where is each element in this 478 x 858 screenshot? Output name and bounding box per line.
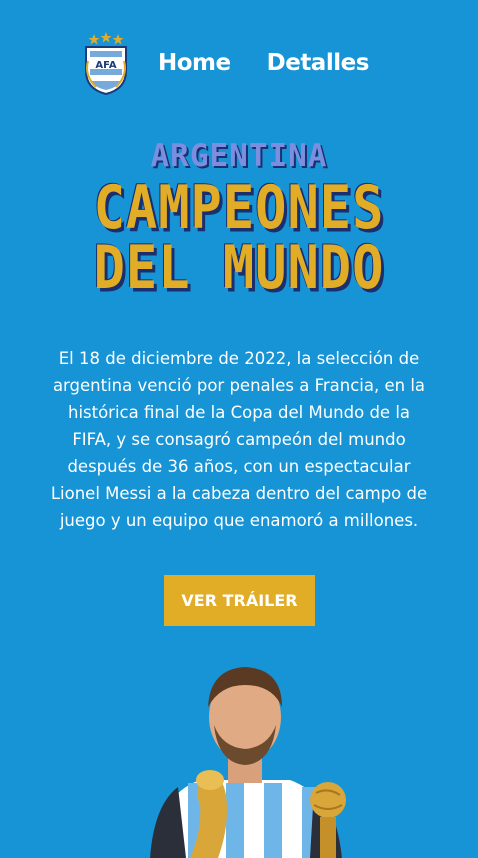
hero-title: ARGENTINA CAMPEONES DEL MUNDO [0,138,478,303]
page: AFA Home Detalles ARGENTINA CAMPEONES DE… [0,0,478,858]
player-with-trophy-illustration [150,667,346,858]
title-del-mundo: DEL MUNDO [93,234,385,303]
title-argentina: ARGENTINA [150,138,328,174]
nav-detalles-link[interactable]: Detalles [267,50,370,76]
top-nav: AFA Home Detalles [82,28,405,98]
ver-trailer-button[interactable]: VER TRÁILER [164,575,315,626]
nav-home-link[interactable]: Home [158,50,231,76]
title-campeones: CAMPEONES [93,174,385,243]
svg-text:AFA: AFA [95,60,116,71]
hero-description: El 18 de diciembre de 2022, la selección… [50,348,428,530]
afa-crest-icon[interactable]: AFA [82,31,130,95]
